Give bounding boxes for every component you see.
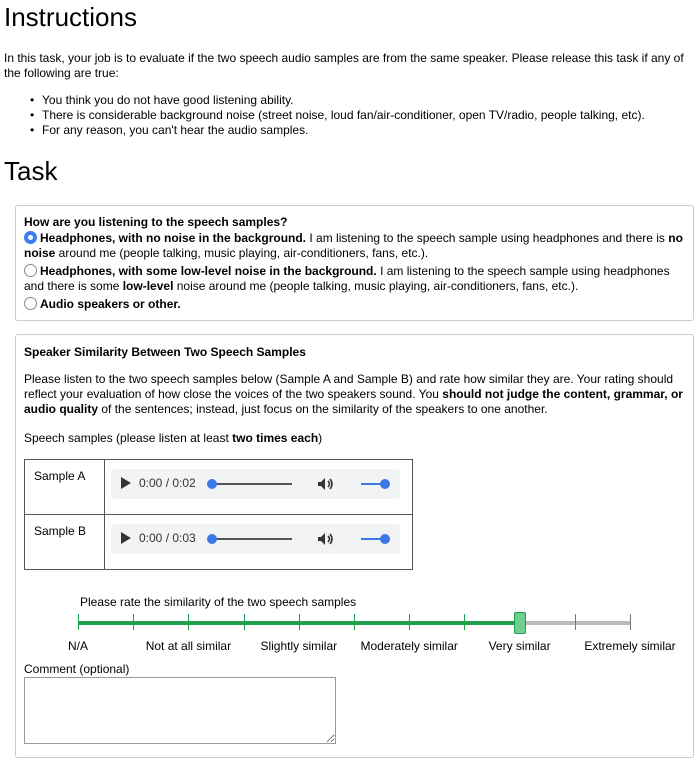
progress-track[interactable] — [212, 538, 292, 540]
volume-icon[interactable] — [317, 532, 335, 546]
samples-table: Sample A 0:00 / 0:02 Sample B 0:00 / 0:0… — [24, 459, 413, 570]
volume-knob[interactable] — [380, 534, 390, 544]
radio-icon[interactable] — [24, 297, 37, 310]
slider-tick — [298, 614, 300, 630]
radio-checked-icon[interactable] — [24, 231, 37, 244]
samples-text: ) — [318, 431, 323, 445]
listening-option-no-noise[interactable]: Headphones, with no noise in the backgro… — [24, 231, 692, 261]
scale-label: Extremely similar — [584, 639, 676, 653]
volume-knob[interactable] — [380, 479, 390, 489]
sample-a-cell: 0:00 / 0:02 — [104, 459, 413, 515]
slider-tick — [354, 614, 355, 630]
instructions-intro: In this task, your job is to evaluate if… — [4, 51, 684, 80]
time-display: 0:00 / 0:03 — [139, 531, 196, 545]
task-heading: Task — [4, 156, 58, 186]
time-display: 0:00 / 0:02 — [139, 476, 196, 490]
listening-option-speakers[interactable]: Audio speakers or other. — [24, 297, 692, 312]
scale-label: N/A — [67, 639, 89, 653]
listening-option-low-noise[interactable]: Headphones, with some low-level noise in… — [24, 264, 692, 294]
option-text: around me (people talking, music playing… — [55, 246, 429, 260]
slider-thumb[interactable] — [513, 612, 526, 634]
rate-prompt: Please rate the similarity of the two sp… — [80, 595, 357, 609]
sample-a-label: Sample A — [24, 459, 105, 515]
option-emphasis: low-level — [122, 279, 174, 293]
progress-knob[interactable] — [207, 479, 217, 489]
instructions-list: You think you do not have good listening… — [30, 93, 645, 138]
scale-label: Moderately similar — [360, 639, 458, 653]
sample-b-label: Sample B — [24, 514, 105, 570]
slider-tick — [409, 614, 411, 630]
comment-field[interactable] — [24, 677, 336, 744]
option-text: noise around me (people talking, music p… — [173, 279, 579, 293]
slider-tick — [574, 614, 576, 630]
audio-player-a[interactable]: 0:00 / 0:02 — [111, 469, 400, 499]
table-row: Sample A 0:00 / 0:02 — [24, 459, 413, 515]
progress-knob[interactable] — [207, 534, 217, 544]
volume-icon[interactable] — [317, 477, 335, 491]
similarity-slider[interactable] — [78, 610, 631, 634]
scale-label: Very similar — [488, 639, 551, 653]
scale-label: Not at all similar — [145, 639, 232, 653]
slider-tick — [133, 614, 135, 630]
play-icon[interactable] — [121, 477, 131, 489]
progress-track[interactable] — [212, 483, 292, 485]
option-text: I am listening to the speech sample usin… — [306, 231, 669, 245]
list-item: There is considerable background noise (… — [30, 108, 645, 123]
option-title: Audio speakers or other. — [40, 297, 181, 311]
slider-tick — [243, 614, 245, 630]
comment-label: Comment (optional) — [24, 662, 130, 676]
table-row: Sample B 0:00 / 0:03 — [24, 514, 413, 570]
similarity-title: Speaker Similarity Between Two Speech Sa… — [24, 345, 306, 359]
audio-player-b[interactable]: 0:00 / 0:03 — [111, 524, 400, 554]
list-item: For any reason, you can't hear the audio… — [30, 123, 645, 138]
instructions-heading: Instructions — [4, 2, 137, 32]
desc-text: of the sentences; instead, just focus on… — [98, 402, 548, 416]
listening-question: How are you listening to the speech samp… — [24, 215, 288, 229]
option-title: Headphones, with no noise in the backgro… — [40, 231, 307, 245]
scale-label: Slightly similar — [260, 639, 338, 653]
samples-text: Speech samples (please listen at least — [24, 431, 233, 445]
slider-tick — [630, 614, 631, 630]
sample-b-cell: 0:00 / 0:03 — [104, 514, 413, 570]
slider-tick — [464, 614, 466, 630]
samples-emphasis: two times each — [232, 431, 319, 445]
slider-tick — [188, 614, 190, 630]
play-icon[interactable] — [121, 532, 131, 544]
samples-instruction: Speech samples (please listen at least t… — [24, 431, 322, 446]
slider-tick — [78, 614, 79, 630]
radio-icon[interactable] — [24, 264, 37, 277]
list-item: You think you do not have good listening… — [30, 93, 645, 108]
similarity-description: Please listen to the two speech samples … — [24, 372, 688, 417]
option-title: Headphones, with some low-level noise in… — [40, 264, 377, 278]
